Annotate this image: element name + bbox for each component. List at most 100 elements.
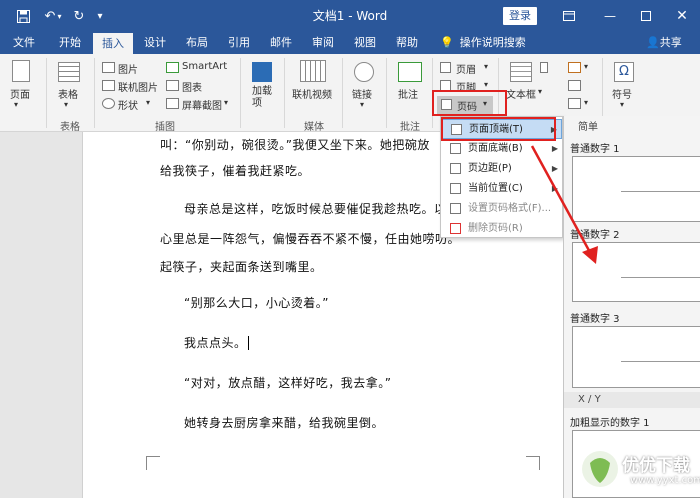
tell-me-search[interactable]: 💡 操作说明搜索 xyxy=(440,32,526,54)
link-button[interactable]: 链接 xyxy=(352,86,372,101)
shapes-button[interactable]: 形状 xyxy=(118,97,138,112)
tab-design[interactable]: 设计 xyxy=(136,32,174,54)
quick-parts-icon[interactable] xyxy=(540,62,548,73)
margin-marker xyxy=(526,456,540,470)
menu-item-label: 删除页码(R) xyxy=(468,223,523,234)
textbox-button[interactable]: 文本框 xyxy=(506,86,536,101)
date-time-icon[interactable] xyxy=(568,80,581,91)
divider xyxy=(240,58,241,128)
tab-view[interactable]: 视图 xyxy=(346,32,384,54)
symbol-button[interactable]: 符号 xyxy=(612,86,632,101)
textbox-icon[interactable] xyxy=(510,62,532,82)
tab-file[interactable]: 文件 xyxy=(6,32,42,54)
restore-icon[interactable] xyxy=(630,0,662,32)
chevron-down-icon: ▾ xyxy=(360,100,365,109)
paragraph-line: 起筷子，夹起面条送到嘴里。 xyxy=(160,260,323,274)
tell-me-label: 操作说明搜索 xyxy=(459,36,526,49)
close-icon[interactable]: ✕ xyxy=(666,0,698,32)
menu-item-remove-page-numbers[interactable]: 删除页码(R) xyxy=(442,219,562,239)
tab-layout[interactable]: 布局 xyxy=(178,32,216,54)
object-icon[interactable] xyxy=(568,98,581,109)
header-icon[interactable] xyxy=(440,62,451,73)
group-label-comments: 批注 xyxy=(400,122,420,133)
share-button[interactable]: 👤共享 xyxy=(646,32,682,54)
tab-references[interactable]: 引用 xyxy=(220,32,258,54)
highlight-box xyxy=(441,117,556,141)
divider xyxy=(46,58,47,128)
comment-button[interactable]: 批注 xyxy=(398,86,418,101)
gallery-item-plain-number-2[interactable] xyxy=(572,242,700,302)
menu-item-bottom-of-page[interactable]: 页面底端(B) ▶ xyxy=(442,139,562,159)
table-icon[interactable] xyxy=(58,62,80,82)
link-icon[interactable] xyxy=(354,62,374,82)
gallery-item-plain-number-1[interactable] xyxy=(572,156,700,222)
online-picture-button[interactable]: 联机图片 xyxy=(118,79,158,94)
tab-help[interactable]: 帮助 xyxy=(388,32,426,54)
chevron-down-icon: ▾ xyxy=(64,100,69,109)
picture-button[interactable]: 图片 xyxy=(118,61,138,76)
menu-item-label: 设置页码格式(F)... xyxy=(468,203,552,214)
chart-icon[interactable] xyxy=(166,80,179,91)
submenu-arrow-icon: ▶ xyxy=(551,184,558,193)
page-margins-icon xyxy=(450,163,461,174)
header-button[interactable]: 页眉 xyxy=(456,61,476,76)
group-label-tables: 表格 xyxy=(60,122,80,133)
tab-insert[interactable]: 插入 xyxy=(93,33,133,54)
signature-line-icon[interactable] xyxy=(568,62,581,73)
shapes-icon[interactable] xyxy=(102,98,115,109)
paragraph-line: 叫：“你别动，碗很烫。”我便又坐下来。她把碗放 xyxy=(160,138,430,152)
menu-item-format-page-numbers[interactable]: 设置页码格式(F)... xyxy=(442,199,562,219)
smartart-icon[interactable] xyxy=(166,62,179,73)
watermark-text: 优优下载 xyxy=(622,456,690,476)
ribbon-tabs: 文件 开始 插入 设计 布局 引用 邮件 审阅 视图 帮助 💡 操作说明搜索 👤共… xyxy=(0,32,700,54)
menu-item-page-margins[interactable]: 页边距(P) ▶ xyxy=(442,159,562,179)
addins-button[interactable]: 加载 项 xyxy=(252,86,272,110)
chevron-down-icon: ▾ xyxy=(620,100,625,109)
undo-icon[interactable]: ↶ ▾ xyxy=(38,0,68,32)
divider xyxy=(284,58,285,128)
tab-mailings[interactable]: 邮件 xyxy=(262,32,300,54)
picture-icon[interactable] xyxy=(102,62,115,73)
page-button[interactable]: 页面 xyxy=(10,86,30,101)
screenshot-icon[interactable] xyxy=(166,98,179,109)
tab-review[interactable]: 审阅 xyxy=(304,32,342,54)
minimize-icon[interactable]: — xyxy=(594,0,626,32)
gallery-item-plain-number-3[interactable] xyxy=(572,326,700,388)
gallery-section-header: 简单 xyxy=(578,122,598,133)
divider xyxy=(94,58,95,128)
share-label: 共享 xyxy=(659,36,682,49)
current-position-icon xyxy=(450,183,461,194)
comment-icon[interactable] xyxy=(398,62,422,82)
page-icon[interactable] xyxy=(12,60,30,82)
menu-item-current-position[interactable]: 当前位置(C) ▶ xyxy=(442,179,562,199)
tab-home[interactable]: 开始 xyxy=(50,32,90,54)
watermark-icon xyxy=(582,451,618,487)
omega-icon[interactable]: Ω xyxy=(614,62,634,82)
online-video-icon[interactable] xyxy=(300,60,326,82)
chevron-down-icon: ▾ xyxy=(484,80,489,89)
gallery-item-label: 加粗显示的数字 1 xyxy=(570,418,650,429)
smartart-button[interactable]: SmartArt xyxy=(182,61,227,72)
page-bottom-icon xyxy=(450,143,461,154)
ribbon-display-options-icon[interactable] xyxy=(553,0,585,32)
title-bar: ↶ ▾ ↻ ▾ 文档1 - Word 登录 — ✕ xyxy=(0,0,700,32)
save-icon[interactable] xyxy=(10,0,36,32)
group-label-illustrations: 插图 xyxy=(155,122,175,133)
menu-item-label: 页边距(P) xyxy=(468,163,512,174)
addins-icon[interactable] xyxy=(252,62,272,82)
chart-button[interactable]: 图表 xyxy=(182,79,202,94)
highlight-box xyxy=(432,90,507,116)
redo-icon[interactable]: ↻ xyxy=(70,0,88,32)
customize-quick-access-icon[interactable]: ▾ xyxy=(92,0,108,32)
text-cursor xyxy=(248,336,249,350)
login-button[interactable]: 登录 xyxy=(503,7,537,25)
remove-icon xyxy=(450,223,461,234)
chevron-down-icon: ▾ xyxy=(14,100,19,109)
screenshot-button[interactable]: 屏幕截图 xyxy=(182,97,222,112)
table-button[interactable]: 表格 xyxy=(58,86,78,101)
submenu-arrow-icon: ▶ xyxy=(551,164,558,173)
page-number-gallery: 简单 普通数字 1 普通数字 2 普通数字 3 X / Y 加粗显示的数字 1 xyxy=(563,116,700,498)
online-picture-icon[interactable] xyxy=(102,80,115,91)
paragraph-line: 给我筷子，催着我赶紧吃。 xyxy=(160,164,311,178)
online-video-button[interactable]: 联机视频 xyxy=(292,86,332,101)
